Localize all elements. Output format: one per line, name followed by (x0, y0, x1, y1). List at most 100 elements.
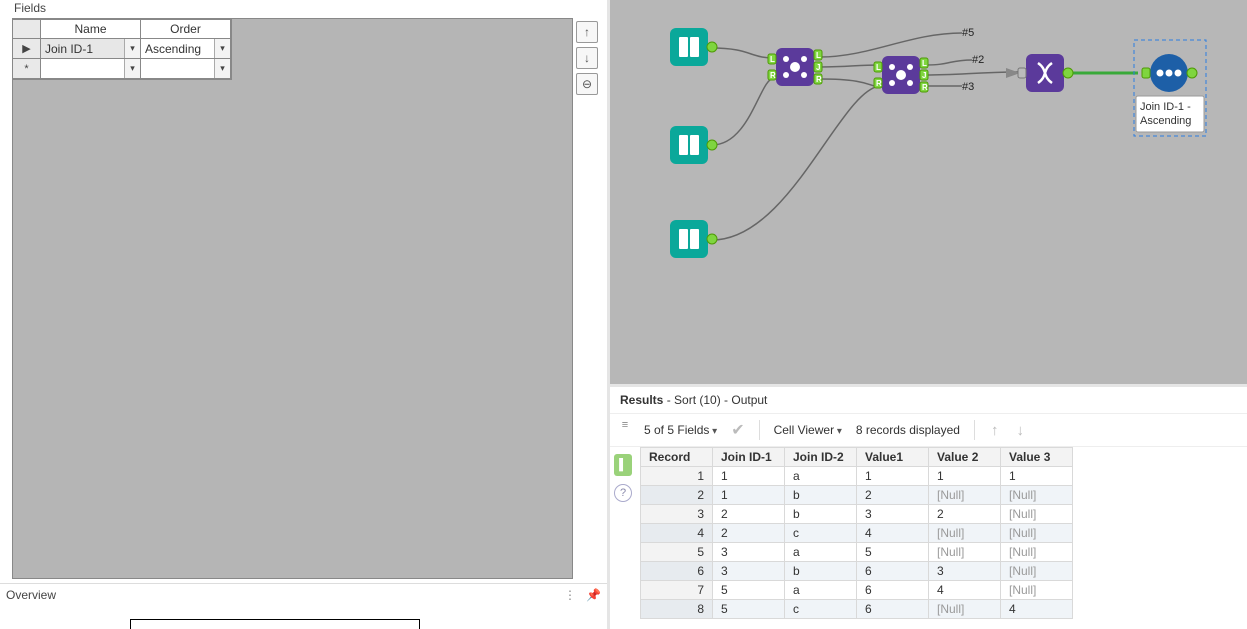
fields-summary-dropdown[interactable]: 5 of 5 Fields (644, 423, 717, 437)
results-cell: b (785, 486, 857, 505)
svg-text:J: J (816, 63, 820, 72)
results-cell: 4 (1001, 600, 1073, 619)
annotation-2: #2 (972, 54, 984, 66)
fields-corner-cell (13, 19, 41, 39)
wire-join1-L-ann5[interactable] (820, 33, 962, 57)
move-up-button[interactable]: ↑ (576, 21, 598, 43)
results-cell: 3 (857, 505, 929, 524)
results-row[interactable]: 42c4[Null][Null] (641, 524, 1073, 543)
results-col-2[interactable]: Join ID-2 (785, 448, 857, 467)
fields-name-empty[interactable] (41, 59, 141, 79)
remove-button[interactable]: ⊖ (576, 73, 598, 95)
results-next-button[interactable]: ↓ (1014, 422, 1026, 439)
results-subtitle: - Sort (10) - Output (663, 393, 767, 407)
join-tool-2[interactable]: L R L J R (874, 56, 928, 94)
results-record-cell: 1 (641, 467, 713, 486)
fields-order-empty-dropdown[interactable] (214, 59, 230, 78)
results-col-record[interactable]: Record (641, 448, 713, 467)
fields-grid-area: Name Order ▶ Join ID-1 Ascending (12, 18, 573, 579)
list-view-icon[interactable]: ≡ (616, 418, 634, 432)
results-row[interactable]: 75a64[Null] (641, 581, 1073, 600)
wire-join1-R-join2R[interactable] (820, 79, 880, 87)
fields-order-dropdown[interactable] (214, 39, 230, 58)
cell-viewer-dropdown[interactable]: Cell Viewer (774, 423, 842, 437)
svg-text:L: L (770, 55, 775, 64)
input-tool-1[interactable] (670, 28, 717, 66)
results-cell: [Null] (1001, 486, 1073, 505)
results-cell: 4 (929, 581, 1001, 600)
results-record-cell: 7 (641, 581, 713, 600)
wire-join2-L-ann2[interactable] (926, 60, 972, 65)
input-tool-2[interactable] (670, 126, 717, 164)
results-help-icon[interactable]: ? (614, 484, 632, 502)
fields-panel-title: Fields (0, 0, 607, 18)
results-col-3[interactable]: Value1 (857, 448, 929, 467)
results-cell: [Null] (929, 600, 1001, 619)
fields-check-icon: ✔ (731, 420, 744, 440)
input-tool-3[interactable] (670, 220, 717, 258)
wire-join1-J-join2[interactable] (820, 65, 880, 67)
svg-text:L: L (922, 59, 927, 68)
results-cell: 6 (857, 562, 929, 581)
results-cell: [Null] (929, 524, 1001, 543)
results-cell: [Null] (929, 486, 1001, 505)
selection-label-line1: Join ID-1 - (1140, 101, 1191, 113)
fields-order-value: Ascending (145, 42, 201, 56)
svg-text:J: J (922, 71, 926, 80)
sort-tool[interactable] (1142, 54, 1197, 92)
results-row[interactable]: 63b63[Null] (641, 562, 1073, 581)
results-cell: 6 (857, 600, 929, 619)
results-record-cell: 3 (641, 505, 713, 524)
results-col-4[interactable]: Value 2 (929, 448, 1001, 467)
wire-input3-join2[interactable] (712, 86, 880, 240)
results-row[interactable]: 21b2[Null][Null] (641, 486, 1073, 505)
results-record-cell: 4 (641, 524, 713, 543)
svg-text:R: R (876, 79, 882, 88)
results-row[interactable]: 53a5[Null][Null] (641, 543, 1073, 562)
overview-title: Overview (6, 588, 56, 602)
results-cell: 6 (857, 581, 929, 600)
results-cell: a (785, 581, 857, 600)
results-cell: 2 (857, 486, 929, 505)
results-row[interactable]: 85c6[Null]4 (641, 600, 1073, 619)
fields-name-empty-dropdown[interactable] (124, 59, 140, 78)
results-cell: [Null] (1001, 581, 1073, 600)
results-col-5[interactable]: Value 3 (1001, 448, 1073, 467)
results-cell: 2 (713, 505, 785, 524)
results-prev-button[interactable]: ↑ (989, 422, 1001, 439)
fields-header-name[interactable]: Name (41, 19, 141, 39)
union-tool[interactable] (1018, 54, 1073, 92)
results-cell: 1 (713, 486, 785, 505)
fields-order-cell[interactable]: Ascending (141, 39, 231, 59)
results-row[interactable]: 32b32[Null] (641, 505, 1073, 524)
wire-input1-join1[interactable] (712, 48, 774, 58)
svg-text:L: L (876, 63, 881, 72)
records-summary: 8 records displayed (856, 423, 960, 437)
overview-menu-button[interactable]: ⋮ (564, 588, 576, 602)
results-output-tab[interactable]: ▌ (614, 454, 632, 476)
fields-name-dropdown[interactable] (124, 39, 140, 58)
move-down-button[interactable]: ↓ (576, 47, 598, 69)
workflow-canvas[interactable]: #5 #2 #3 (610, 0, 1247, 384)
fields-header-order[interactable]: Order (141, 19, 231, 39)
overview-viewport-box (130, 619, 420, 629)
results-toolbar: ≡ ▌ ? 5 of 5 Fields ✔ Cell Viewer 8 reco… (610, 413, 1247, 447)
results-record-cell: 5 (641, 543, 713, 562)
fields-name-cell[interactable]: Join ID-1 (41, 39, 141, 59)
results-cell: 1 (1001, 467, 1073, 486)
join-tool-1[interactable]: L R L J R (768, 48, 822, 86)
overview-pin-button[interactable]: 📌 (586, 588, 601, 602)
results-cell: 5 (857, 543, 929, 562)
fields-newrow-marker[interactable]: * (13, 59, 41, 79)
fields-order-empty[interactable] (141, 59, 231, 79)
results-record-cell: 2 (641, 486, 713, 505)
results-grid[interactable]: RecordJoin ID-1Join ID-2Value1Value 2Val… (640, 447, 1247, 629)
results-cell: [Null] (929, 543, 1001, 562)
results-col-1[interactable]: Join ID-1 (713, 448, 785, 467)
results-cell: 3 (713, 543, 785, 562)
results-cell: a (785, 543, 857, 562)
fields-row-selector[interactable]: ▶ (13, 39, 41, 59)
wire-input2-join1[interactable] (712, 78, 774, 145)
selection-label-line2: Ascending (1140, 115, 1191, 127)
results-row[interactable]: 11a111 (641, 467, 1073, 486)
